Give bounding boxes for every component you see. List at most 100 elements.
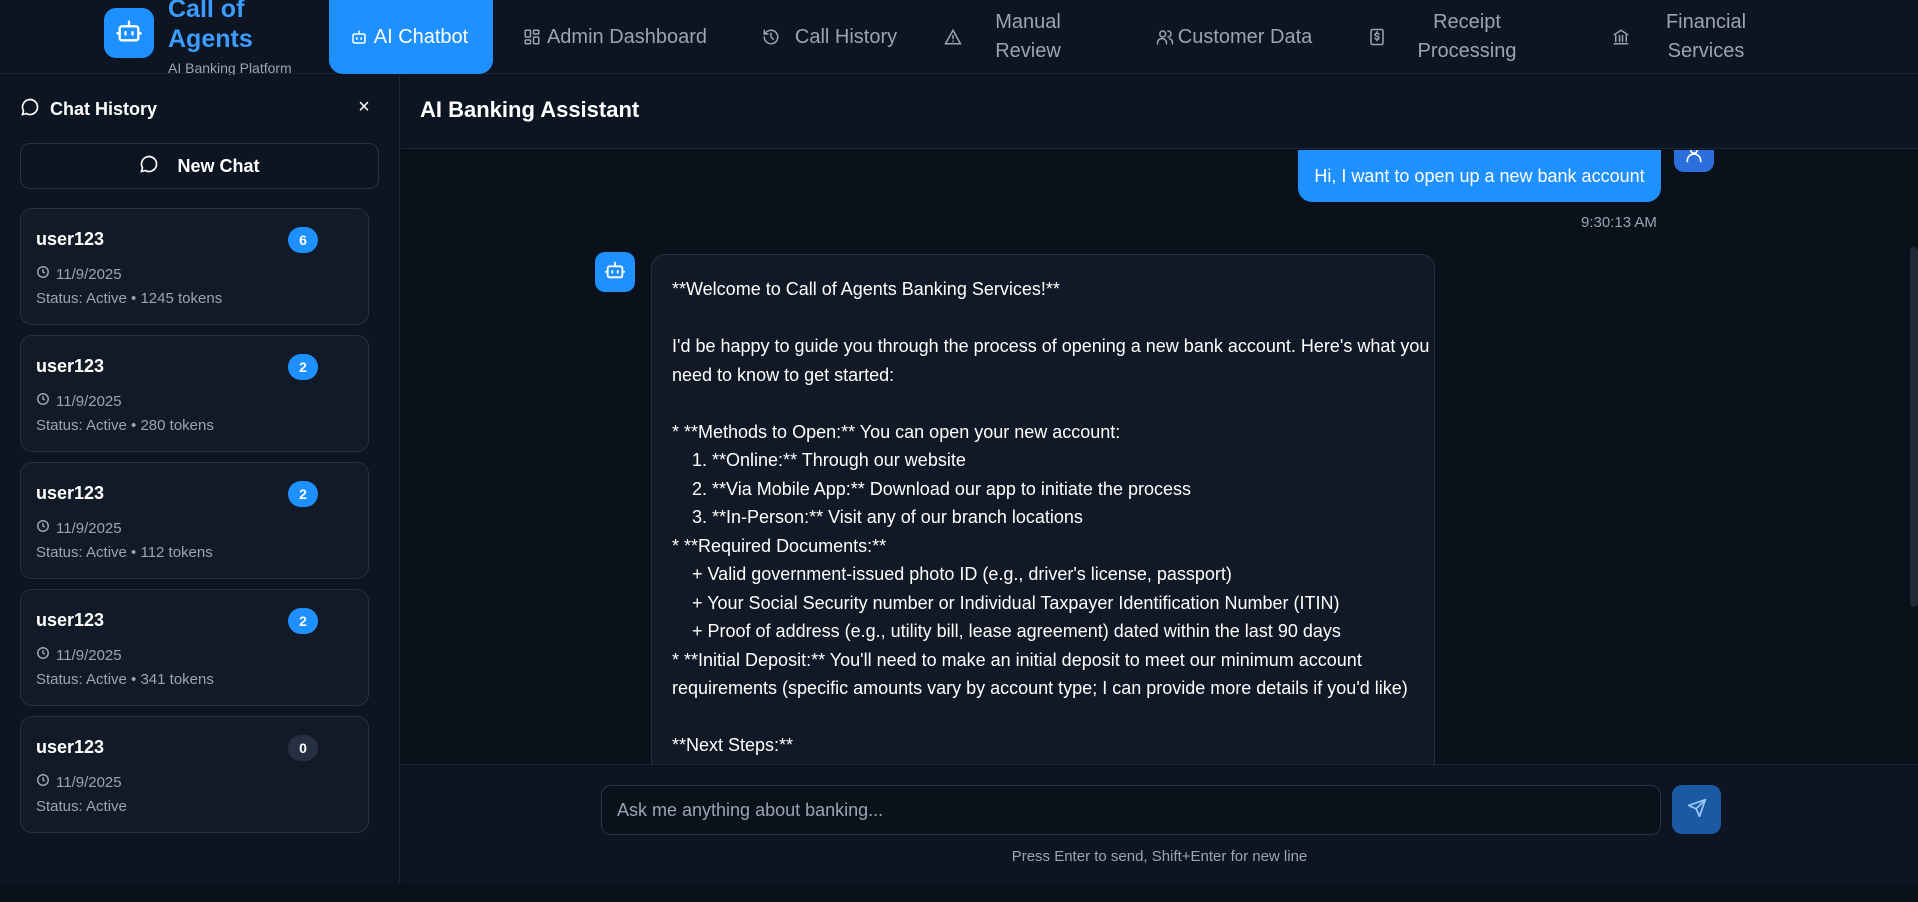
clock-icon bbox=[36, 392, 50, 410]
warning-triangle-icon bbox=[943, 27, 963, 47]
new-chat-button[interactable]: New Chat bbox=[20, 143, 379, 189]
tab-label: Admin Dashboard bbox=[546, 25, 708, 48]
chat-date-row: 11/9/2025 bbox=[36, 646, 122, 664]
bot-message-line: + Proof of address (e.g., utility bill, … bbox=[672, 621, 1341, 641]
tab-customer-data[interactable]: Customer Data bbox=[1155, 0, 1315, 74]
clock-icon bbox=[36, 646, 50, 664]
tab-admin-dashboard[interactable]: Admin Dashboard bbox=[522, 0, 712, 74]
chat-date-row: 11/9/2025 bbox=[36, 392, 122, 410]
tab-receipt-processing[interactable]: Receipt Processing bbox=[1367, 0, 1547, 74]
chat-history-item[interactable]: user123 2 11/9/2025 Status: Active • 280… bbox=[20, 335, 369, 452]
bot-avatar bbox=[595, 252, 635, 292]
brand-subtitle: AI Banking Platform bbox=[168, 60, 292, 76]
bot-message-line: 1. **Online:** Through our website bbox=[672, 450, 966, 470]
chat-status: Status: Active • 112 tokens bbox=[36, 544, 213, 561]
chat-date: 11/9/2025 bbox=[56, 773, 122, 791]
page-title: AI Banking Assistant bbox=[420, 97, 640, 122]
message-circle-icon bbox=[20, 97, 40, 122]
chat-date: 11/9/2025 bbox=[56, 519, 122, 537]
tab-manual-review[interactable]: Manual Review bbox=[943, 0, 1093, 74]
chat-history-item[interactable]: user123 0 11/9/2025 Status: Active bbox=[20, 716, 369, 833]
tab-label: Receipt Processing bbox=[1417, 11, 1517, 62]
bot-message-line: 3. **In-Person:** Visit any of our branc… bbox=[672, 507, 1083, 527]
message-input[interactable] bbox=[601, 785, 1661, 835]
bot-message-line bbox=[672, 703, 1414, 732]
robot-icon bbox=[604, 259, 626, 286]
chat-user: user123 bbox=[36, 356, 105, 376]
message-count-badge: 2 bbox=[288, 481, 318, 507]
bot-message-line: **Welcome to Call of Agents Banking Serv… bbox=[672, 279, 1060, 299]
brand-logo[interactable] bbox=[104, 8, 154, 58]
top-nav-bar: Call of Agents AI Banking Platform AI Ch… bbox=[0, 0, 1918, 76]
bot-message-line: 2. **Via Mobile App:** Download our app … bbox=[672, 478, 1191, 499]
message-count-badge: 2 bbox=[288, 608, 318, 634]
users-icon bbox=[1155, 27, 1175, 47]
chat-date: 11/9/2025 bbox=[56, 646, 122, 664]
message-scrollbar[interactable] bbox=[1910, 247, 1918, 607]
tab-ai-chatbot[interactable]: AI Chatbot bbox=[329, 0, 493, 74]
message-list[interactable]: Hi, I want to open up a new bank account… bbox=[401, 150, 1918, 764]
dashboard-grid-icon bbox=[522, 27, 542, 47]
close-sidebar-button[interactable]: × bbox=[354, 97, 374, 117]
tab-label: Financial Services bbox=[1665, 11, 1747, 62]
bot-message-line: * **Required Documents:** bbox=[672, 535, 887, 556]
bot-message-line: + Valid government-issued photo ID (e.g.… bbox=[672, 564, 1232, 584]
receipt-dollar-icon bbox=[1367, 27, 1387, 47]
tab-call-history[interactable]: Call History bbox=[761, 0, 911, 74]
close-icon: × bbox=[358, 96, 370, 118]
clock-icon bbox=[36, 265, 50, 283]
tab-financial-services[interactable]: Financial Services bbox=[1611, 0, 1781, 74]
message-composer: Press Enter to send, Shift+Enter for new… bbox=[401, 764, 1918, 884]
user-avatar bbox=[1674, 150, 1714, 172]
chat-date-row: 11/9/2025 bbox=[36, 773, 122, 791]
chat-status: Status: Active bbox=[36, 798, 127, 815]
chat-user: user123 bbox=[36, 610, 105, 630]
message-timestamp: 9:30:13 AM bbox=[1581, 214, 1657, 231]
bot-message-line: + Your Social Security number or Individ… bbox=[672, 592, 1340, 613]
history-icon bbox=[761, 27, 781, 47]
clock-icon bbox=[36, 519, 50, 537]
tab-label: AI Chatbot bbox=[373, 25, 469, 48]
user-icon bbox=[1684, 150, 1704, 169]
tab-label: Call History bbox=[794, 25, 898, 48]
chat-user: user123 bbox=[36, 229, 105, 249]
new-chat-label: New Chat bbox=[177, 155, 260, 176]
user-message-bubble: Hi, I want to open up a new bank account bbox=[1298, 150, 1661, 202]
tab-label: Customer Data bbox=[1177, 25, 1313, 48]
chat-date: 11/9/2025 bbox=[56, 392, 122, 410]
send-button[interactable] bbox=[1672, 785, 1721, 834]
bottom-strip bbox=[0, 884, 1918, 902]
robot-icon bbox=[115, 17, 143, 50]
message-count-badge: 2 bbox=[288, 354, 318, 380]
chat-date: 11/9/2025 bbox=[56, 265, 122, 283]
bot-message-line: * **Initial Deposit:** You'll need to ma… bbox=[672, 649, 1362, 670]
message-circle-icon bbox=[139, 154, 159, 179]
bot-message-bubble: **Welcome to Call of Agents Banking Serv… bbox=[651, 254, 1435, 764]
chat-status: Status: Active • 280 tokens bbox=[36, 417, 214, 434]
chat-status: Status: Active • 1245 tokens bbox=[36, 290, 223, 307]
brand-title: Call of Agents bbox=[168, 0, 253, 53]
bank-icon bbox=[1611, 27, 1631, 47]
chat-user: user123 bbox=[36, 737, 105, 757]
chat-date-row: 11/9/2025 bbox=[36, 265, 122, 283]
bot-message-line: I'd be happy to guide you through the pr… bbox=[672, 336, 1430, 356]
chat-status: Status: Active • 341 tokens bbox=[36, 671, 214, 688]
composer-hint: Press Enter to send, Shift+Enter for new… bbox=[1011, 848, 1308, 865]
sidebar-header: Chat History bbox=[20, 97, 157, 122]
user-message-text: Hi, I want to open up a new bank account bbox=[1314, 165, 1645, 186]
bot-message-line: requirements (specific amounts vary by a… bbox=[672, 678, 1408, 698]
message-count-badge: 0 bbox=[288, 735, 318, 761]
bot-message-line bbox=[672, 389, 1414, 418]
chat-history-item[interactable]: user123 2 11/9/2025 Status: Active • 341… bbox=[20, 589, 369, 706]
chat-date-row: 11/9/2025 bbox=[36, 519, 122, 537]
chat-history-item[interactable]: user123 6 11/9/2025 Status: Active • 124… bbox=[20, 208, 369, 325]
chat-header: AI Banking Assistant bbox=[401, 75, 1918, 149]
sidebar-title: Chat History bbox=[50, 99, 158, 119]
chat-history-sidebar: Chat History × New Chat user123 6 11/9/2… bbox=[0, 75, 400, 902]
chat-history-item[interactable]: user123 2 11/9/2025 Status: Active • 112… bbox=[20, 462, 369, 579]
chat-user: user123 bbox=[36, 483, 105, 503]
bot-message-line: need to know to get started: bbox=[672, 364, 895, 385]
robot-icon bbox=[349, 27, 369, 47]
bot-message-line bbox=[672, 304, 1414, 333]
send-icon bbox=[1687, 798, 1707, 821]
